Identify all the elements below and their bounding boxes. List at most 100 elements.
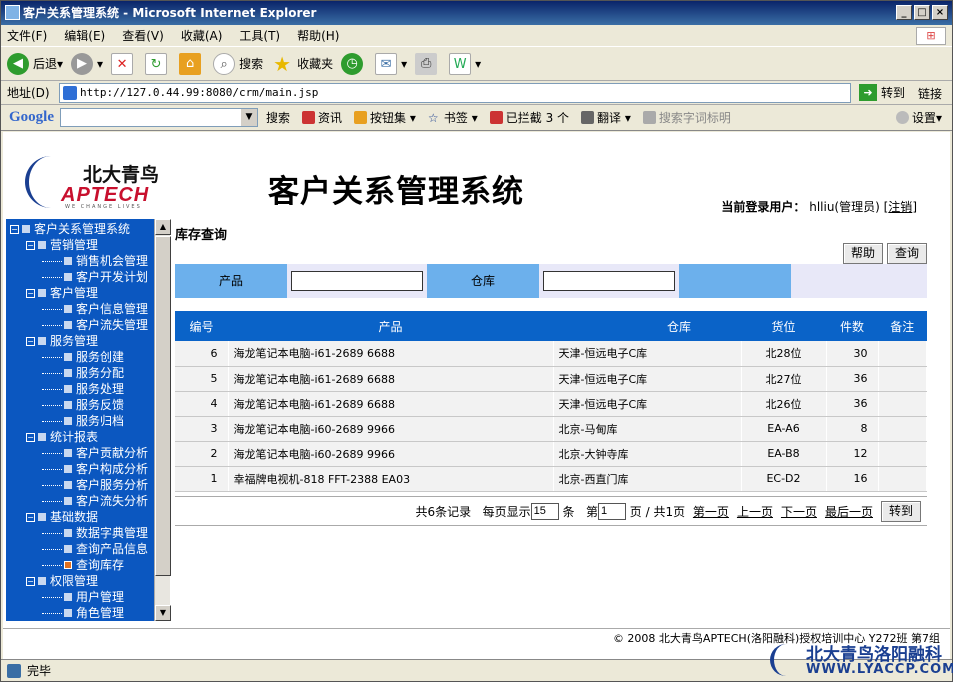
system-title: 客户关系管理系统 bbox=[268, 174, 524, 210]
menu-file[interactable]: 文件(F) bbox=[7, 27, 47, 44]
per-page-input[interactable] bbox=[530, 502, 559, 520]
google-translate-menu[interactable]: 翻译 ▾ bbox=[581, 109, 631, 126]
sidebar-item[interactable]: 用户管理 bbox=[42, 589, 124, 605]
sidebar-item[interactable]: 客户信息管理 bbox=[42, 301, 148, 317]
last-page-link[interactable]: 最后一页 bbox=[825, 503, 873, 520]
scroll-up-icon[interactable]: ▲ bbox=[155, 219, 171, 235]
product-input[interactable] bbox=[291, 271, 423, 291]
scroll-down-icon[interactable]: ▼ bbox=[155, 605, 171, 621]
collapse-toggle-icon[interactable]: − bbox=[26, 288, 35, 298]
collapse-toggle-icon[interactable]: − bbox=[26, 240, 35, 250]
sidebar-item[interactable]: 服务处理 bbox=[42, 381, 124, 397]
sidebar-item-label: 服务分配 bbox=[76, 366, 125, 380]
page-input[interactable] bbox=[597, 502, 626, 520]
sidebar-item[interactable]: 数据字典管理 bbox=[42, 525, 148, 541]
sidebar-item[interactable]: 查询产品信息 bbox=[42, 541, 148, 557]
edit-button[interactable]: W ▾ bbox=[449, 52, 481, 75]
sidebar-item[interactable]: 客户贡献分析 bbox=[42, 445, 148, 461]
print-button[interactable]: ⎙ bbox=[415, 52, 441, 75]
table-cell: 海龙笔记本电脑-i61-2689 6688 bbox=[228, 366, 554, 392]
dropdown-arrow-icon[interactable]: ▼ bbox=[241, 109, 257, 126]
sidebar-item[interactable]: 服务反馈 bbox=[42, 397, 124, 413]
table-row: 3 海龙笔记本电脑-i60-2689 9966 北京-马甸库 EA-A6 8 bbox=[175, 416, 927, 442]
history-button[interactable]: ◷ bbox=[341, 52, 367, 75]
filter-spacer bbox=[679, 264, 791, 298]
sidebar-item[interactable]: − 统计报表 bbox=[26, 429, 98, 445]
google-search-button[interactable]: 搜索 bbox=[266, 109, 290, 126]
table-cell bbox=[878, 416, 927, 442]
menu-edit[interactable]: 编辑(E) bbox=[64, 27, 105, 44]
logout-link[interactable]: 注销 bbox=[888, 200, 912, 214]
sidebar-item-label: 数据字典管理 bbox=[76, 526, 149, 540]
sidebar-item[interactable]: − 服务管理 bbox=[26, 333, 98, 349]
google-news-button[interactable]: 资讯 bbox=[302, 109, 342, 126]
google-buttons-menu[interactable]: 按钮集 ▾ bbox=[354, 109, 416, 126]
stop-button[interactable]: ✕ bbox=[111, 52, 137, 75]
news-icon bbox=[302, 111, 316, 124]
forward-button[interactable]: ▶ ▾ bbox=[71, 52, 103, 75]
sidebar-item[interactable]: 客户开发计划 bbox=[42, 269, 148, 285]
prev-page-link[interactable]: 上一页 bbox=[737, 503, 773, 520]
logo-cn: 北大青鸟 bbox=[83, 164, 160, 186]
google-highlight-button[interactable]: 搜索字词标明 bbox=[642, 109, 731, 126]
google-bookmarks-menu[interactable]: ☆ 书签 ▾ bbox=[428, 109, 478, 126]
warehouse-input[interactable] bbox=[543, 271, 675, 291]
first-page-link[interactable]: 第一页 bbox=[693, 503, 729, 520]
home-icon: ⌂ bbox=[179, 52, 202, 75]
google-logo: Google bbox=[9, 109, 54, 126]
menu-favorites[interactable]: 收藏(A) bbox=[181, 27, 223, 44]
watermark-line2: WWW.LYACCP.COM bbox=[806, 662, 953, 677]
minimize-button[interactable]: _ bbox=[896, 5, 912, 20]
sidebar-item[interactable]: − 基础数据 bbox=[26, 509, 98, 525]
collapse-toggle-icon[interactable]: − bbox=[26, 336, 35, 346]
sidebar-item[interactable]: 客户流失分析 bbox=[42, 493, 148, 509]
collapse-toggle-icon[interactable]: − bbox=[26, 576, 35, 586]
sidebar-item[interactable]: 销售机会管理 bbox=[42, 253, 148, 269]
google-popup-blocker[interactable]: 已拦截 3 个 bbox=[489, 109, 569, 126]
help-button[interactable]: 帮助 bbox=[842, 243, 883, 264]
collapse-toggle-icon[interactable]: − bbox=[26, 432, 35, 442]
query-button[interactable]: 查询 bbox=[886, 243, 927, 264]
sidebar-item[interactable]: 客户构成分析 bbox=[42, 461, 148, 477]
collapse-toggle-icon[interactable]: − bbox=[10, 224, 19, 234]
sidebar-item[interactable]: − 客户关系管理系统 bbox=[10, 221, 130, 237]
sidebar-item[interactable]: 客户服务分析 bbox=[42, 477, 148, 493]
sidebar-item[interactable]: − 营销管理 bbox=[26, 237, 98, 253]
table-header-row: 编号 产品 仓库 货位 件数 备注 bbox=[175, 311, 927, 341]
tree-node-icon bbox=[64, 353, 72, 361]
close-button[interactable]: × bbox=[932, 5, 948, 20]
tree-node-icon bbox=[64, 465, 72, 473]
address-input[interactable]: http://127.0.44.99:8080/crm/main.jsp bbox=[59, 83, 851, 103]
table-row: 1 幸福牌电视机-818 FFT-2388 EA03 北京-西直门库 EC-D2 16 bbox=[175, 466, 927, 492]
links-button[interactable]: 链接 bbox=[918, 85, 942, 102]
sidebar-item[interactable]: 服务分配 bbox=[42, 365, 124, 381]
back-button[interactable]: ◀ 后退 ▾ bbox=[7, 52, 63, 75]
collapse-toggle-icon[interactable]: − bbox=[26, 512, 35, 522]
favorites-button[interactable]: ★ 收藏夹 bbox=[271, 53, 333, 75]
sidebar-item[interactable]: 服务归档 bbox=[42, 413, 124, 429]
mail-button[interactable]: ✉ ▾ bbox=[375, 52, 407, 75]
sidebar-item-label: 客户服务分析 bbox=[76, 478, 149, 492]
sidebar-scrollbar[interactable]: ▲ ▼ bbox=[154, 219, 171, 621]
next-page-link[interactable]: 下一页 bbox=[781, 503, 817, 520]
sidebar-item[interactable]: 查询库存 bbox=[42, 557, 124, 573]
menu-view[interactable]: 查看(V) bbox=[122, 27, 164, 44]
sidebar-item-label: 客户管理 bbox=[50, 286, 99, 300]
sidebar-item[interactable]: 角色管理 bbox=[42, 605, 124, 621]
go-button[interactable]: ➜ 转到 bbox=[859, 84, 905, 101]
sidebar-item[interactable]: − 权限管理 bbox=[26, 573, 98, 589]
menu-help[interactable]: 帮助(H) bbox=[297, 27, 339, 44]
menu-tools[interactable]: 工具(T) bbox=[239, 27, 280, 44]
sidebar-item[interactable]: − 客户管理 bbox=[26, 285, 98, 301]
search-button[interactable]: ⌕ 搜索 bbox=[213, 52, 263, 75]
scroll-thumb[interactable] bbox=[155, 236, 171, 576]
google-settings-menu[interactable]: 设置 ▾ bbox=[895, 109, 942, 126]
sidebar-item[interactable]: 客户流失管理 bbox=[42, 317, 148, 333]
google-search-input[interactable]: ▼ bbox=[60, 108, 258, 127]
tree-connector bbox=[42, 564, 62, 566]
home-button[interactable]: ⌂ bbox=[179, 52, 205, 75]
maximize-button[interactable]: □ bbox=[914, 5, 930, 20]
refresh-button[interactable]: ↻ bbox=[145, 52, 171, 75]
goto-page-button[interactable]: 转到 bbox=[880, 500, 921, 522]
sidebar-item[interactable]: 服务创建 bbox=[42, 349, 124, 365]
